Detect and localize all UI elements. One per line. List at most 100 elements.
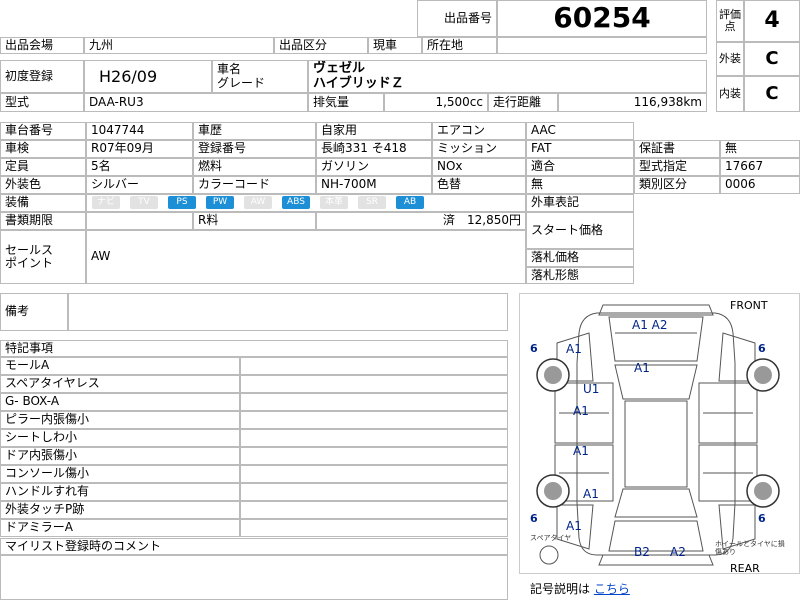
legend-label: 記号説明は xyxy=(530,582,591,596)
note-item: スペアタイヤレス xyxy=(0,375,240,393)
note-item-detail xyxy=(240,393,508,411)
color-label: 外装色 xyxy=(0,176,86,194)
spare-tire-label: スペアタイヤ xyxy=(530,534,572,542)
inspection-value: R07年09月 xyxy=(86,140,193,158)
equipment-badge-1: TV xyxy=(130,196,158,209)
documents-value xyxy=(86,212,193,230)
registration-value: H26/09 xyxy=(84,60,212,93)
note-item: G- BOX-A xyxy=(0,393,240,411)
wheel-note: ホイールとタイヤに損傷あり xyxy=(715,540,785,556)
legend: 記号説明は こちら xyxy=(530,580,630,597)
car-name-label: 車名 グレード xyxy=(212,60,308,93)
note-item-detail xyxy=(240,465,508,483)
equipment-label: 装備 xyxy=(0,194,86,212)
nox-label: NOx xyxy=(432,158,526,176)
note-item-detail xyxy=(240,447,508,465)
car-grade: ハイブリッドＺ xyxy=(313,75,404,91)
history-label: 車歴 xyxy=(193,122,316,140)
tire-icons xyxy=(536,358,780,565)
note-item: ドアミラーA xyxy=(0,519,240,537)
equipment-badge-6: 本革 xyxy=(320,196,348,209)
note-item: 外装タッチP跡 xyxy=(0,501,240,519)
car-name-label-line2: グレード xyxy=(217,75,266,90)
type-cert-label: 型式指定 xyxy=(634,158,720,176)
grade-value: 4 xyxy=(744,0,800,42)
equipment-badge-2: PS xyxy=(168,196,196,209)
color-change-value: 無 xyxy=(526,176,634,194)
color-value: シルバー xyxy=(86,176,193,194)
plate-label: 登録番号 xyxy=(193,140,316,158)
warranty-label: 保証書 xyxy=(634,140,720,158)
damage-mark: B2 xyxy=(634,545,650,559)
remarks-label: 備考 xyxy=(0,293,68,331)
damage-mark: U1 xyxy=(583,382,600,396)
recycle-label: R料 xyxy=(193,212,316,230)
sales-point-value: AW xyxy=(86,230,526,284)
damage-mark: A1 A2 xyxy=(632,318,668,332)
warranty-value: 無 xyxy=(720,140,800,158)
mileage-label: 走行距離 xyxy=(488,93,558,112)
notes-label: 特記事項 xyxy=(0,340,508,357)
documents-label: 書類期限 xyxy=(0,212,86,230)
car-name: ヴェゼル xyxy=(313,61,366,77)
equipment-badge-8: AB xyxy=(396,196,424,209)
capacity-value: 5名 xyxy=(86,158,193,176)
comment-box[interactable] xyxy=(0,555,508,600)
note-item-detail xyxy=(240,375,508,393)
color-code-label: カラーコード xyxy=(193,176,316,194)
plate-value: 長崎331 そ418 xyxy=(316,140,432,158)
damage-mark: A1 xyxy=(566,342,582,356)
inspection-label: 車検 xyxy=(0,140,86,158)
exterior-value: C xyxy=(744,42,800,76)
note-item-detail xyxy=(240,411,508,429)
note-item: ドア内張傷小 xyxy=(0,447,240,465)
note-item-detail xyxy=(240,357,508,375)
tire-mark: 6 xyxy=(530,512,538,525)
note-item-detail xyxy=(240,501,508,519)
chassis-value: 1047744 xyxy=(86,122,193,140)
exterior-label: 外装 xyxy=(716,42,744,76)
registration-label: 初度登録 xyxy=(0,60,84,93)
interior-value: C xyxy=(744,76,800,112)
equipment-badge-5: ABS xyxy=(282,196,310,209)
color-change-label: 色替 xyxy=(432,176,526,194)
model-label: 型式 xyxy=(0,93,84,112)
car-outline xyxy=(536,304,780,566)
mission-label: ミッション xyxy=(432,140,526,158)
remarks-value xyxy=(68,293,508,331)
lot-number: 60254 xyxy=(497,0,707,37)
type-cert-value: 17667 xyxy=(720,158,800,176)
damage-mark: A1 xyxy=(634,361,650,375)
chassis-label: 車台番号 xyxy=(0,122,86,140)
venue-value: 九州 xyxy=(84,37,274,54)
equipment-badge-3: PW xyxy=(206,196,234,209)
location-value xyxy=(497,37,707,54)
damage-mark: A1 xyxy=(573,404,589,418)
note-item-detail xyxy=(240,429,508,447)
tire-mark: 6 xyxy=(758,342,766,355)
front-label: FRONT xyxy=(730,299,768,312)
damage-mark: A1 xyxy=(583,487,599,501)
displacement-label: 排気量 xyxy=(308,93,384,112)
note-item-detail xyxy=(240,519,508,537)
tire-mark: 6 xyxy=(530,342,538,355)
equipment-badge-4: AW xyxy=(244,196,272,209)
history-value: 自家用 xyxy=(316,122,432,140)
note-item: モールA xyxy=(0,357,240,375)
sales-point-label: セールス ポイント xyxy=(0,230,86,284)
damage-mark: A2 xyxy=(670,545,686,559)
class-div-value: 0006 xyxy=(720,176,800,194)
foreign-label: 外車表記 xyxy=(526,194,634,212)
fuel-label: 燃料 xyxy=(193,158,316,176)
damage-mark: A1 xyxy=(573,444,589,458)
legend-link[interactable]: こちら xyxy=(594,582,630,596)
equipment-badge-0: ナビ xyxy=(92,196,120,209)
venue-label: 出品会場 xyxy=(0,37,84,54)
lot-number-label: 出品番号 xyxy=(417,0,497,37)
displacement-value: 1,500cc xyxy=(384,93,488,112)
winning-form-label: 落札形態 xyxy=(526,267,634,284)
note-item-detail xyxy=(240,483,508,501)
rear-label: REAR xyxy=(730,562,760,575)
sales-point-label-line2: ポイント xyxy=(5,256,54,270)
tire-mark: 6 xyxy=(758,512,766,525)
